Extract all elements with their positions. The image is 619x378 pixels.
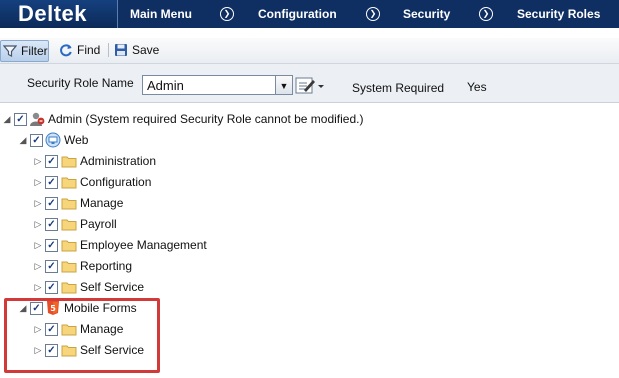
tree-node-web[interactable]: ◢ ✓ Web bbox=[0, 131, 619, 149]
nav-main-menu[interactable]: Main Menu bbox=[130, 0, 192, 28]
security-role-name-input[interactable]: Admin bbox=[142, 75, 276, 95]
logo-container: Deltek bbox=[0, 0, 118, 28]
refresh-icon bbox=[60, 44, 72, 57]
save-button[interactable]: Save bbox=[112, 40, 160, 60]
system-required-label: System Required bbox=[352, 81, 445, 95]
deltek-logo: Deltek bbox=[18, 1, 88, 26]
expand-triangle-icon[interactable]: ▷ bbox=[33, 194, 43, 212]
employee-management-checkbox[interactable]: ✓ bbox=[45, 239, 58, 252]
tree-node-label: Self Service bbox=[80, 280, 145, 294]
collapse-triangle-icon[interactable]: ◢ bbox=[2, 110, 12, 128]
tree-node-label: Configuration bbox=[80, 175, 152, 189]
tree-node-label: Employee Management bbox=[80, 238, 207, 252]
find-button[interactable]: Find bbox=[57, 40, 101, 60]
monitor-icon bbox=[45, 132, 61, 148]
tree-node-reporting[interactable]: ▷ ✓ Reporting bbox=[0, 257, 619, 275]
toolbar-divider bbox=[108, 43, 109, 57]
folder-icon bbox=[61, 282, 77, 294]
self-service-checkbox[interactable]: ✓ bbox=[45, 281, 58, 294]
expand-triangle-icon[interactable]: ▷ bbox=[33, 236, 43, 254]
manage-checkbox[interactable]: ✓ bbox=[45, 197, 58, 210]
tree-node-label: Manage bbox=[80, 196, 124, 210]
filter-button[interactable]: Filter bbox=[0, 40, 49, 62]
save-label: Save bbox=[132, 43, 160, 57]
nav-configuration[interactable]: Configuration bbox=[258, 0, 337, 28]
filter-label: Filter bbox=[21, 44, 48, 58]
configuration-checkbox[interactable]: ✓ bbox=[45, 176, 58, 189]
folder-icon bbox=[61, 240, 77, 252]
chevron-right-circle-icon: ❯ bbox=[479, 7, 493, 21]
tree-node-employee-management[interactable]: ▷ ✓ Employee Management bbox=[0, 236, 619, 254]
tree-node-configuration[interactable]: ▷ ✓ Configuration bbox=[0, 173, 619, 191]
folder-icon bbox=[61, 261, 77, 273]
tree-node-admin[interactable]: ◢ ✓ Admin (System required Security Role… bbox=[0, 110, 619, 128]
security-role-name-label: Security Role Name bbox=[27, 76, 134, 90]
chevron-right-circle-icon: ❯ bbox=[220, 7, 234, 21]
folder-icon bbox=[61, 198, 77, 210]
system-required-value: Yes bbox=[467, 80, 487, 94]
edit-list-icon[interactable] bbox=[295, 76, 327, 96]
top-nav-bar: Deltek Main Menu ❯ Configuration ❯ Secur… bbox=[0, 0, 619, 28]
find-label: Find bbox=[77, 43, 101, 57]
tree-node-label: Payroll bbox=[80, 217, 117, 231]
web-checkbox[interactable]: ✓ bbox=[30, 134, 43, 147]
tree-node-manage[interactable]: ▷ ✓ Manage bbox=[0, 194, 619, 212]
reporting-checkbox[interactable]: ✓ bbox=[45, 260, 58, 273]
expand-triangle-icon[interactable]: ▷ bbox=[33, 173, 43, 191]
nav-security-roles[interactable]: Security Roles bbox=[517, 0, 600, 28]
expand-triangle-icon[interactable]: ▷ bbox=[33, 257, 43, 275]
tree-node-self-service[interactable]: ▷ ✓ Self Service bbox=[0, 278, 619, 296]
tree-node-label: Reporting bbox=[80, 259, 133, 273]
tree-node-administration[interactable]: ▷ ✓ Administration bbox=[0, 152, 619, 170]
expand-triangle-icon[interactable]: ▷ bbox=[33, 278, 43, 296]
folder-icon bbox=[61, 219, 77, 231]
expand-triangle-icon[interactable]: ▷ bbox=[33, 152, 43, 170]
toolbar: Filter Find Save bbox=[0, 38, 619, 64]
tree-node-label: Web bbox=[64, 133, 89, 147]
user-role-icon bbox=[30, 112, 45, 126]
tree-node-label: Admin (System required Security Role can… bbox=[48, 112, 364, 126]
tree-node-label: Administration bbox=[80, 154, 157, 168]
role-dropdown-button[interactable]: ▼ bbox=[276, 75, 293, 95]
folder-icon bbox=[61, 156, 77, 168]
tree-node-payroll[interactable]: ▷ ✓ Payroll bbox=[0, 215, 619, 233]
floppy-disk-icon bbox=[115, 44, 127, 56]
chevron-right-circle-icon: ❯ bbox=[366, 7, 380, 21]
folder-icon bbox=[61, 177, 77, 189]
payroll-checkbox[interactable]: ✓ bbox=[45, 218, 58, 231]
chevron-down-icon: ▼ bbox=[279, 81, 289, 91]
admin-checkbox[interactable]: ✓ bbox=[14, 113, 27, 126]
collapse-triangle-icon[interactable]: ◢ bbox=[18, 131, 28, 149]
funnel-icon bbox=[3, 45, 17, 57]
nav-security[interactable]: Security bbox=[403, 0, 450, 28]
red-highlight-annotation bbox=[4, 298, 160, 373]
administration-checkbox[interactable]: ✓ bbox=[45, 155, 58, 168]
expand-triangle-icon[interactable]: ▷ bbox=[33, 215, 43, 233]
